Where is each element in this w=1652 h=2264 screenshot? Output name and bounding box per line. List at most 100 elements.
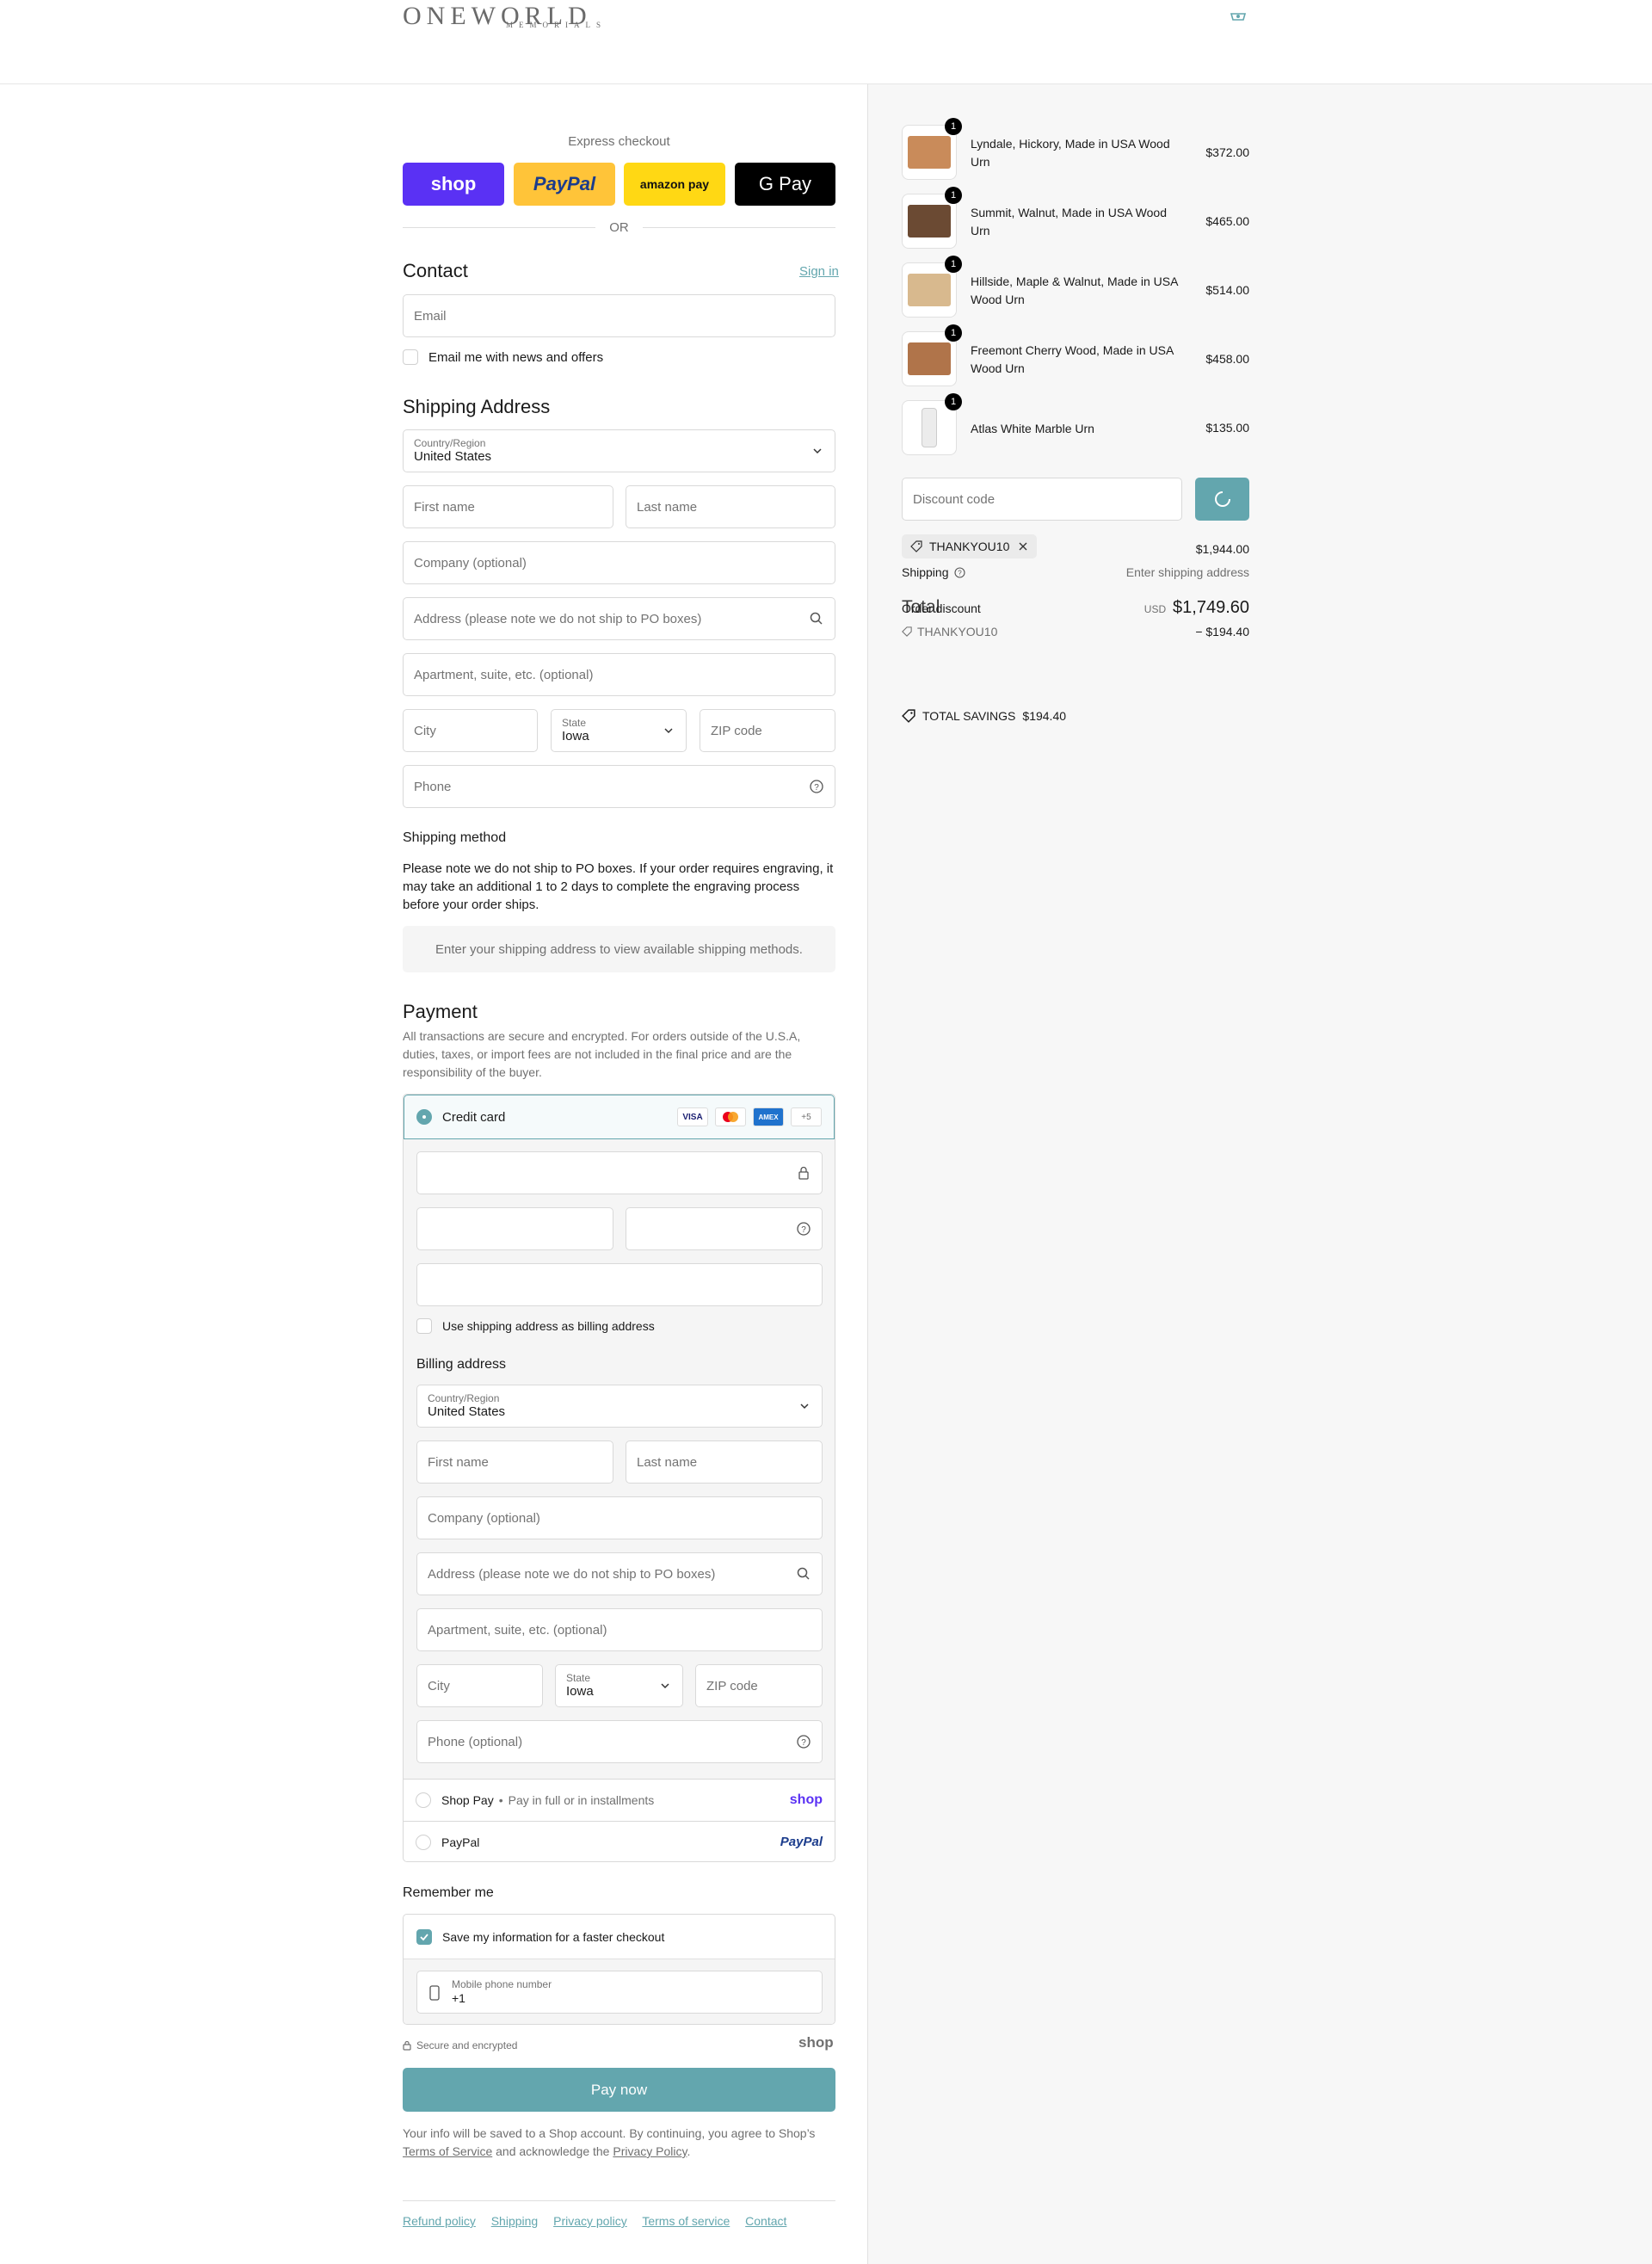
credit-card-radio[interactable] [416, 1109, 432, 1125]
save-info-checkbox[interactable] [416, 1928, 432, 1945]
shop-pay-radio[interactable] [416, 1792, 431, 1808]
billing-state-select[interactable]: State Iowa [555, 1664, 683, 1707]
state-select[interactable]: State Iowa [551, 709, 687, 752]
use-shipping-label: Use shipping address as billing address [442, 1319, 655, 1333]
secure-label: Secure and encrypted [416, 2039, 518, 2051]
consent-end: . [687, 2144, 691, 2158]
contact-link[interactable]: Contact [745, 2214, 786, 2228]
mobile-phone-field[interactable]: Mobile phone number +1 [416, 1971, 823, 2014]
chevron-down-icon [661, 1683, 669, 1689]
quantity-badge: 1 [945, 393, 962, 410]
news-checkbox[interactable] [403, 349, 418, 365]
phone-field[interactable]: Phone ? [403, 765, 835, 808]
help-icon[interactable]: ? [796, 1221, 811, 1237]
urn-image [908, 342, 951, 375]
shop-privacy-link[interactable]: Privacy Policy [613, 2144, 687, 2158]
paypal-option-logo: PayPal [780, 1835, 823, 1849]
sign-in-link[interactable]: Sign in [799, 264, 839, 279]
lock-icon [798, 1166, 809, 1180]
cart-item: 1 Freemont Cherry Wood, Made in USA Wood … [902, 324, 1249, 388]
billing-zip-field[interactable]: ZIP code [695, 1664, 823, 1707]
zip-field[interactable]: ZIP code [700, 709, 835, 752]
use-shipping-checkbox[interactable] [416, 1318, 432, 1334]
quantity-badge: 1 [945, 324, 962, 342]
google-pay-button[interactable]: G Pay [735, 163, 835, 206]
pay-now-button[interactable]: Pay now [403, 2068, 835, 2112]
address-field[interactable]: Address (please note we do not ship to P… [403, 597, 835, 640]
refund-policy-link[interactable]: Refund policy [403, 2214, 476, 2228]
paypal-logo: PayPal [533, 173, 596, 194]
billing-city-field[interactable]: City [416, 1664, 543, 1707]
paypal-option[interactable]: PayPal PayPal [404, 1821, 835, 1861]
name-on-card-field[interactable] [416, 1263, 823, 1306]
shop-pay-option[interactable]: Shop Pay • Pay in full or in installment… [404, 1779, 835, 1821]
expiration-date-field[interactable] [416, 1207, 613, 1250]
last-name-field[interactable]: Last name [626, 485, 835, 528]
billing-company-placeholder: Company (optional) [428, 1510, 540, 1526]
store-logo[interactable]: ONEWORLD MEMORIALS [403, 3, 661, 34]
privacy-policy-link[interactable]: Privacy policy [553, 2214, 627, 2228]
svg-text:?: ? [801, 1225, 806, 1235]
save-info-label: Save my information for a faster checkou… [442, 1929, 665, 1944]
use-shipping-row[interactable]: Use shipping address as billing address [416, 1318, 655, 1334]
discount-code-field[interactable]: Discount code [902, 478, 1182, 521]
country-select[interactable]: Country/Region United States [403, 429, 835, 472]
help-icon[interactable]: ? [809, 779, 824, 794]
apartment-field[interactable]: Apartment, suite, etc. (optional) [403, 653, 835, 696]
discount-amount: − $194.40 [1195, 625, 1249, 638]
billing-address-field[interactable]: Address (please note we do not ship to P… [416, 1552, 823, 1595]
payment-methods-panel: Credit card VISA AMEX +5 ? Use shipping … [403, 1094, 835, 1862]
secure-badge: Secure and encrypted [403, 2039, 517, 2051]
shop-consent-text: Your info will be saved to a Shop accoun… [403, 2125, 835, 2161]
applied-discount-tag: THANKYOU10 [902, 534, 1038, 558]
billing-last-name-field[interactable]: Last name [626, 1440, 823, 1484]
cart-item: 1 Hillside, Maple & Walnut, Made in USA W… [902, 256, 1249, 319]
total-row: USD $1,749.60 [1076, 598, 1249, 618]
total-savings-label: TOTAL SAVINGS [922, 709, 1016, 723]
search-icon [810, 612, 823, 625]
mobile-phone-label: Mobile phone number [452, 1978, 552, 1990]
zip-placeholder: ZIP code [711, 723, 762, 738]
cart-item-name: Lyndale, Hickory, Made in USA Wood Urn [971, 137, 1170, 169]
svg-text:?: ? [801, 1738, 806, 1748]
paypal-button[interactable]: PayPal [514, 163, 615, 206]
news-checkbox-row[interactable]: Email me with news and offers [403, 349, 603, 365]
card-number-field[interactable] [416, 1151, 823, 1194]
paypal-option-label: PayPal [441, 1835, 480, 1849]
help-icon[interactable]: ? [796, 1734, 811, 1749]
billing-phone-field[interactable]: Phone (optional) ? [416, 1720, 823, 1763]
billing-first-name-field[interactable]: First name [416, 1440, 613, 1484]
email-field[interactable]: Email [403, 294, 835, 337]
first-name-field[interactable]: First name [403, 485, 613, 528]
apply-discount-button[interactable] [1195, 478, 1249, 521]
total-savings-value: $194.40 [1022, 709, 1067, 723]
cart-item-thumbnail: 1 [902, 118, 962, 180]
billing-first-name-placeholder: First name [428, 1454, 489, 1470]
shipping-method-note: Please note we do not ship to PO boxes. … [403, 861, 834, 912]
help-icon[interactable]: ? [953, 566, 965, 578]
cart-item-price: $458.00 [1205, 352, 1249, 366]
city-field[interactable]: City [403, 709, 538, 752]
company-field[interactable]: Company (optional) [403, 541, 835, 584]
billing-apartment-field[interactable]: Apartment, suite, etc. (optional) [416, 1608, 823, 1651]
amazon-pay-button[interactable]: amazon pay [624, 163, 725, 206]
first-name-placeholder: First name [414, 499, 475, 515]
amex-icon: AMEX [753, 1107, 784, 1126]
svg-text:?: ? [958, 569, 962, 577]
billing-country-value: United States [428, 1404, 506, 1419]
save-info-row[interactable]: Save my information for a faster checkou… [404, 1915, 835, 1959]
billing-company-field[interactable]: Company (optional) [416, 1496, 823, 1539]
close-icon[interactable] [1018, 541, 1028, 552]
search-icon [797, 1567, 810, 1580]
shop-terms-link[interactable]: Terms of Service [403, 2144, 492, 2158]
terms-of-service-link[interactable]: Terms of service [642, 2214, 730, 2228]
shipping-link[interactable]: Shipping [491, 2214, 539, 2228]
cart-icon[interactable] [1229, 9, 1249, 26]
shop-pay-button[interactable]: shop [403, 163, 504, 206]
shipping-row-label: Shipping ? [902, 565, 965, 579]
credit-card-option[interactable]: Credit card VISA AMEX +5 [404, 1095, 835, 1139]
billing-country-select[interactable]: Country/Region United States [416, 1385, 823, 1428]
paypal-radio[interactable] [416, 1834, 431, 1850]
visa-icon: VISA [677, 1107, 708, 1126]
security-code-field[interactable]: ? [626, 1207, 823, 1250]
